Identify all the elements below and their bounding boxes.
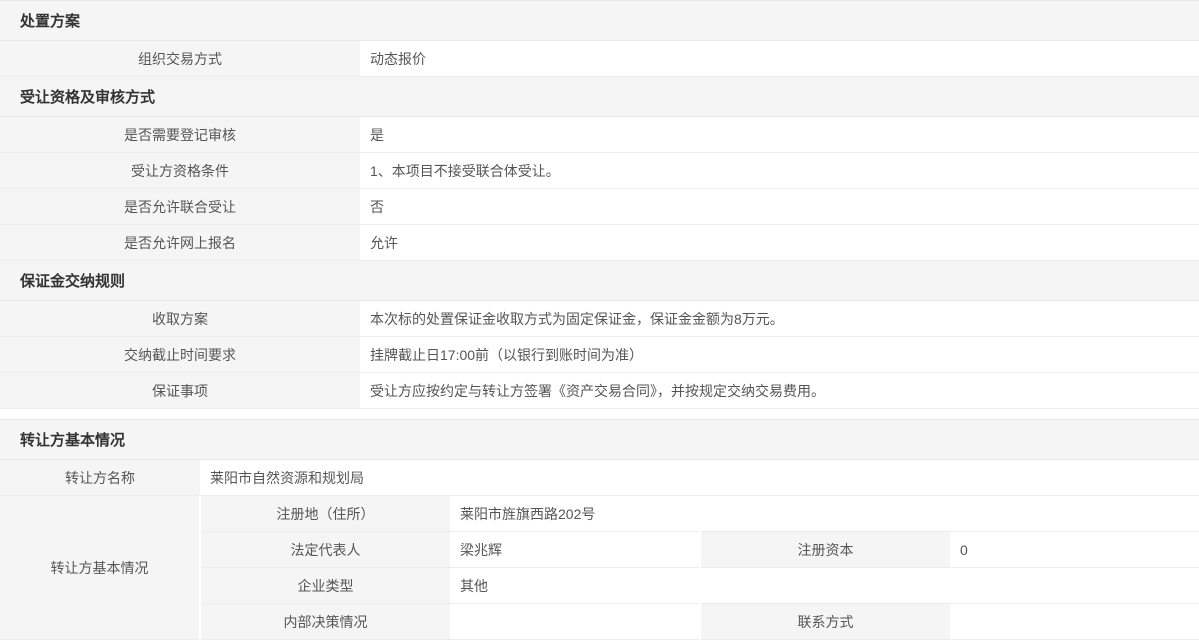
- row-value-trade-method: 动态报价: [360, 41, 1199, 77]
- table-row: 收取方案 本次标的处置保证金收取方式为固定保证金，保证金金额为8万元。: [0, 301, 1199, 337]
- row-value-registered-address: 莱阳市旌旗西路202号: [450, 496, 1199, 532]
- row-label-joint-transfer: 是否允许联合受让: [0, 189, 360, 225]
- row-value-legal-representative: 梁兆辉: [450, 532, 700, 568]
- section-header-transferor-info: 转让方基本情况: [0, 420, 1199, 460]
- row-label-enterprise-type: 企业类型: [200, 568, 450, 604]
- row-value-online-signup: 允许: [360, 225, 1199, 261]
- table-row: 转让方名称 莱阳市自然资源和规划局: [0, 460, 1199, 496]
- row-value-internal-decision: [450, 604, 700, 640]
- section-header-deposit-rules: 保证金交纳规则: [0, 261, 1199, 301]
- table-row: 保证事项 受让方应按约定与转让方签署《资产交易合同》，并按规定交纳交易费用。: [0, 373, 1199, 409]
- row-label-registration-review: 是否需要登记审核: [0, 117, 360, 153]
- table-row: 是否允许联合受让 否: [0, 189, 1199, 225]
- row-value-registration-review: 是: [360, 117, 1199, 153]
- row-label-online-signup: 是否允许网上报名: [0, 225, 360, 261]
- group-label-transferor-basic: 转让方基本情况: [0, 496, 200, 640]
- transferor-info-table: 转让方基本情况 转让方名称 莱阳市自然资源和规划局 转让方基本情况 注册地（住所…: [0, 419, 1199, 640]
- row-value-guarantee-matters: 受让方应按约定与转让方签署《资产交易合同》，并按规定交纳交易费用。: [360, 373, 1199, 409]
- row-label-legal-representative: 法定代表人: [200, 532, 450, 568]
- row-value-joint-transfer: 否: [360, 189, 1199, 225]
- table-row: 是否需要登记审核 是: [0, 117, 1199, 153]
- row-label-internal-decision: 内部决策情况: [200, 604, 450, 640]
- disposal-and-deposit-table: 处置方案 组织交易方式 动态报价 受让资格及审核方式 是否需要登记审核 是 受让…: [0, 0, 1199, 409]
- row-label-registered-address: 注册地（住所）: [200, 496, 450, 532]
- row-label-payment-deadline: 交纳截止时间要求: [0, 337, 360, 373]
- section-row-transferor-info: 转让方基本情况: [0, 420, 1199, 460]
- row-label-transferor-name: 转让方名称: [0, 460, 200, 496]
- row-label-collection-plan: 收取方案: [0, 301, 360, 337]
- row-value-transferor-name: 莱阳市自然资源和规划局: [200, 460, 1199, 496]
- table-row: 是否允许网上报名 允许: [0, 225, 1199, 261]
- row-value-registered-capital: 0: [950, 532, 1199, 568]
- row-value-collection-plan: 本次标的处置保证金收取方式为固定保证金，保证金金额为8万元。: [360, 301, 1199, 337]
- section-row-disposal-plan: 处置方案: [0, 1, 1199, 41]
- row-value-payment-deadline: 挂牌截止日17:00前（以银行到账时间为准）: [360, 337, 1199, 373]
- row-value-enterprise-type: 其他: [450, 568, 1199, 604]
- section-row-qualification: 受让资格及审核方式: [0, 77, 1199, 117]
- table-row: 组织交易方式 动态报价: [0, 41, 1199, 77]
- asset-listing-detail-page: 处置方案 组织交易方式 动态报价 受让资格及审核方式 是否需要登记审核 是 受让…: [0, 0, 1199, 640]
- row-label-guarantee-matters: 保证事项: [0, 373, 360, 409]
- row-label-contact-info: 联系方式: [700, 604, 950, 640]
- table-row: 受让方资格条件 1、本项目不接受联合体受让。: [0, 153, 1199, 189]
- row-label-registered-capital: 注册资本: [700, 532, 950, 568]
- table-row: 转让方基本情况 注册地（住所） 莱阳市旌旗西路202号: [0, 496, 1199, 532]
- row-value-transferee-conditions: 1、本项目不接受联合体受让。: [360, 153, 1199, 189]
- table-gap: [0, 409, 1199, 419]
- section-row-deposit-rules: 保证金交纳规则: [0, 261, 1199, 301]
- row-value-contact-info: [950, 604, 1199, 640]
- row-label-transferee-conditions: 受让方资格条件: [0, 153, 360, 189]
- section-header-disposal-plan: 处置方案: [0, 1, 1199, 41]
- section-header-qualification: 受让资格及审核方式: [0, 77, 1199, 117]
- table-row: 交纳截止时间要求 挂牌截止日17:00前（以银行到账时间为准）: [0, 337, 1199, 373]
- row-label-trade-method: 组织交易方式: [0, 41, 360, 77]
